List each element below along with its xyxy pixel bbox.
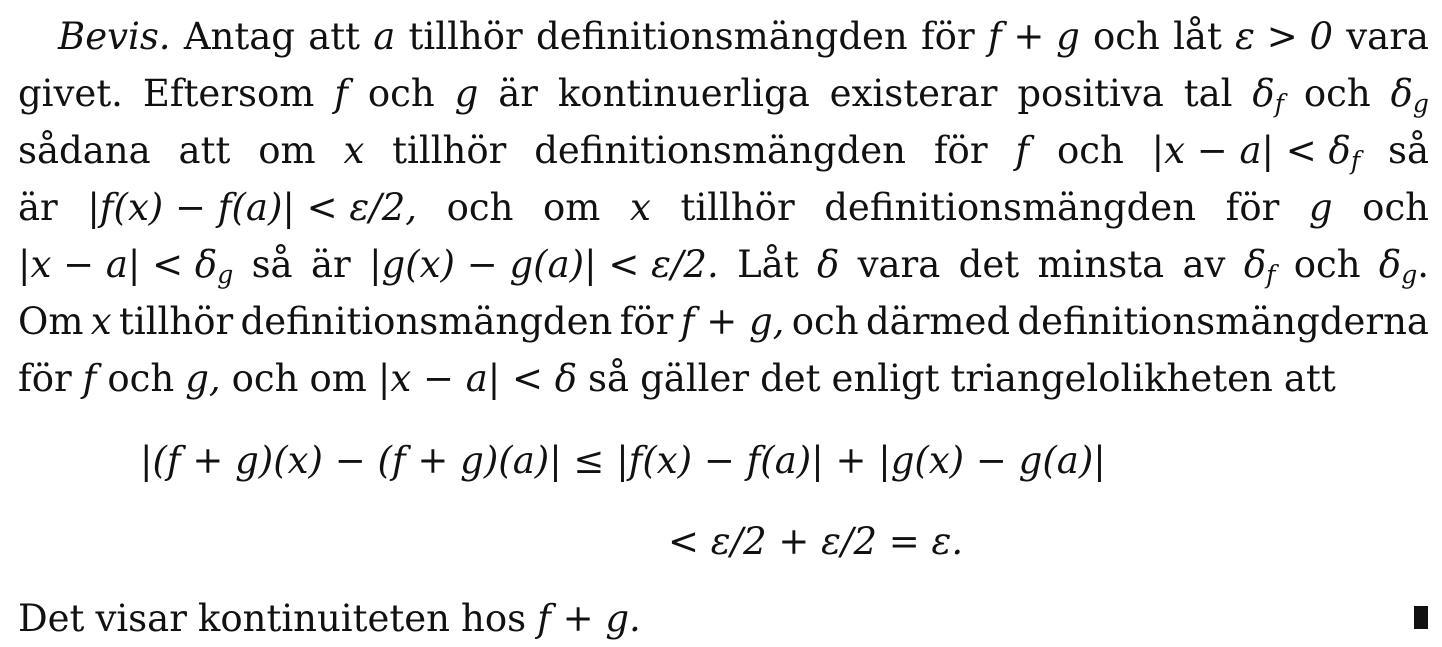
word: och <box>1303 72 1371 115</box>
word: för <box>619 300 674 343</box>
proof-line-5: |x − a| < δg så är |g(x) − g(a)| < ε/2. … <box>18 236 1429 293</box>
word: därmed <box>865 300 1011 343</box>
math-g: g <box>454 72 479 115</box>
qed-square-icon <box>1414 606 1428 629</box>
word: positiva <box>1017 72 1164 115</box>
math-abs-x-minus-a-lt-delta-f: |x − a| < δf <box>1151 129 1361 175</box>
word: så <box>1387 129 1429 172</box>
word: Om <box>18 300 84 343</box>
word: enligt <box>831 357 940 400</box>
word: gäller <box>640 357 750 400</box>
math-delta-g: δg <box>1390 72 1429 118</box>
proof-line-2: givet. Eftersom f och g är kontinuerliga… <box>18 65 1429 122</box>
word: för <box>933 129 988 172</box>
word: så <box>251 243 293 286</box>
word: Eftersom <box>142 72 315 115</box>
word: tillhör <box>408 15 523 58</box>
math-f-plus-g: f + g, <box>680 300 785 343</box>
word: tal <box>1183 72 1233 115</box>
math-x: x <box>90 300 112 343</box>
word: givet. <box>18 72 123 115</box>
proof-line-4: är |f(x) − f(a)| < ε/2, och om x tillhör… <box>18 179 1429 236</box>
math-x: x <box>630 186 651 229</box>
math-delta-f: δf <box>1243 243 1276 289</box>
word: sådana <box>18 129 151 172</box>
math-abs-f-difference: |f(x) − f(a)| < ε/2, <box>87 186 418 229</box>
word: av <box>1182 243 1226 286</box>
word: minsta <box>1037 243 1165 286</box>
word: och <box>107 357 175 400</box>
proof-line-7: för f och g, och om |x − a| < δ så gälle… <box>18 350 1429 407</box>
word: att <box>178 129 231 172</box>
word: och <box>1093 15 1160 58</box>
word: och <box>1056 129 1124 172</box>
word: tillhör <box>392 129 507 172</box>
word: för <box>18 357 72 400</box>
math-f: f <box>334 72 348 115</box>
proof-label: Bevis. <box>58 15 171 58</box>
math-x: x <box>343 129 365 172</box>
math-abs-g-difference: |g(x) − g(a)| < ε/2. <box>369 243 719 286</box>
word: definitionsmängden <box>824 186 1197 229</box>
math-epsilon-positive: ε > 0 <box>1235 15 1334 58</box>
word: vara <box>857 243 941 286</box>
proof-closing-line: Det visar kontinuiteten hos f + g. <box>18 590 1429 647</box>
word: det <box>760 357 821 400</box>
proof-line-6: Om x tillhör definitionsmängden för f + … <box>18 293 1429 350</box>
math-g: g <box>1308 186 1333 229</box>
word: och <box>231 357 299 400</box>
math-delta-f: δf <box>1252 72 1284 118</box>
display-equation-epsilon-bound: < ε/2 + ε/2 = ε. <box>668 520 964 563</box>
word: definitionsmängderna <box>1017 300 1429 343</box>
word: om <box>543 186 601 229</box>
word: Det <box>18 597 85 640</box>
display-equation-triangle-inequality: |(f + g)(x) − (f + g)(a)| ≤ |f(x) − f(a)… <box>140 439 1106 482</box>
word: och <box>367 72 435 115</box>
word: visar <box>95 597 187 640</box>
word: om <box>258 129 316 172</box>
word: och <box>446 186 514 229</box>
word: Antag <box>183 15 295 58</box>
word: och <box>1362 186 1429 229</box>
word: det <box>958 243 1020 286</box>
word: existerar <box>829 72 998 115</box>
word: definitionsmängden <box>240 300 613 343</box>
word: definitionsmängden <box>535 15 908 58</box>
math-f-plus-g: f + g <box>987 15 1080 58</box>
word: Låt <box>737 243 799 286</box>
word: vara <box>1346 15 1429 58</box>
word: om <box>309 357 367 400</box>
word: låt <box>1173 15 1222 58</box>
word: kontinuiteten <box>197 597 451 640</box>
math-g: g, <box>185 357 221 400</box>
word: och <box>791 300 859 343</box>
math-f: f <box>1015 129 1030 172</box>
word: och <box>1293 243 1361 286</box>
word: att <box>1283 357 1336 400</box>
proof-block: Bevis. Antag att a tillhör definitionsmä… <box>18 0 1429 644</box>
word: att <box>308 15 361 58</box>
word: hos <box>461 597 527 640</box>
math-delta-g: δg. <box>1378 243 1429 289</box>
word: är <box>310 243 351 286</box>
math-f-plus-g: f + g. <box>537 597 641 640</box>
word: för <box>920 15 975 58</box>
math-a: a <box>373 15 396 58</box>
word: för <box>1225 186 1280 229</box>
proof-line-1: Bevis. Antag att a tillhör definitionsmä… <box>18 8 1429 65</box>
word: är <box>498 72 538 115</box>
word: så <box>588 357 630 400</box>
math-f: f <box>82 357 97 400</box>
math-abs-x-minus-a-lt-delta-g: |x − a| < δg <box>18 243 234 289</box>
word: triangelolikheten <box>950 357 1273 400</box>
math-abs-x-minus-a-lt-delta: |x − a| < δ <box>377 357 578 400</box>
word: definitionsmängden <box>534 129 906 172</box>
word: är <box>18 186 58 229</box>
word: tillhör <box>119 300 234 343</box>
math-delta: δ <box>816 243 840 286</box>
word: kontinuerliga <box>557 72 810 115</box>
word: tillhör <box>680 186 795 229</box>
proof-line-3: sådana att om x tillhör definitionsmängd… <box>18 122 1429 179</box>
